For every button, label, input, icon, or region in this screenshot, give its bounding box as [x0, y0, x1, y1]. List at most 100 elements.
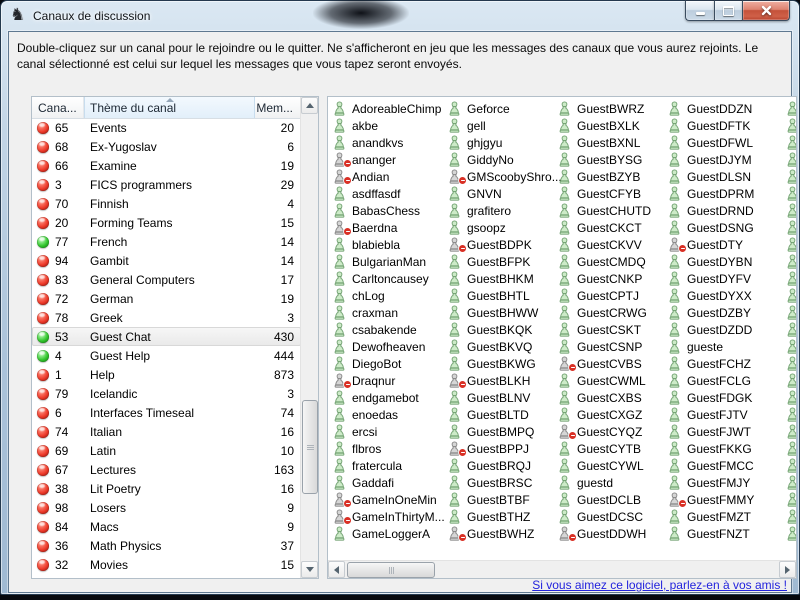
- user-list-item[interactable]: fratercula: [333, 457, 447, 474]
- user-list-item[interactable]: GuestBLNV: [448, 389, 562, 406]
- user-list-item[interactable]: GuestDTY: [668, 236, 782, 253]
- user-list-item[interactable]: [786, 355, 796, 372]
- user-list-item[interactable]: GuestCXBS: [558, 389, 672, 406]
- user-list-item[interactable]: GuestDPRM: [668, 185, 782, 202]
- user-list-item[interactable]: gsoopz: [448, 219, 562, 236]
- user-list-item[interactable]: GuestDFTK: [668, 117, 782, 134]
- user-list-item[interactable]: GuestCSKT: [558, 321, 672, 338]
- channel-row[interactable]: 70Finnish4: [32, 194, 301, 213]
- user-list-item[interactable]: GuestCXGZ: [558, 406, 672, 423]
- user-list-item[interactable]: GuestFJWT: [668, 423, 782, 440]
- column-header-theme[interactable]: Thème du canal: [84, 97, 255, 118]
- user-list-item[interactable]: GuestFMCC: [668, 457, 782, 474]
- channel-row[interactable]: 77French14: [32, 232, 301, 251]
- user-list-item[interactable]: GuestBRQJ: [448, 457, 562, 474]
- user-list-item[interactable]: anandkvs: [333, 134, 447, 151]
- user-list-item[interactable]: Andian: [333, 168, 447, 185]
- scroll-right-button[interactable]: [779, 561, 796, 578]
- channels-vertical-scrollbar[interactable]: [300, 97, 318, 578]
- user-list-item[interactable]: akbe: [333, 117, 447, 134]
- user-list-item[interactable]: ananger: [333, 151, 447, 168]
- user-list-item[interactable]: AdoreableChimp: [333, 100, 447, 117]
- user-list-item[interactable]: GameLoggerA: [333, 525, 447, 542]
- user-list-item[interactable]: GuestDJYM: [668, 151, 782, 168]
- scroll-up-button[interactable]: [301, 97, 318, 114]
- channel-row[interactable]: 94Gambit14: [32, 251, 301, 270]
- user-list-item[interactable]: csabakende: [333, 321, 447, 338]
- user-list-item[interactable]: [786, 304, 796, 321]
- user-list-item[interactable]: [786, 372, 796, 389]
- user-list-item[interactable]: ercsi: [333, 423, 447, 440]
- user-list-item[interactable]: [786, 474, 796, 491]
- user-list-item[interactable]: endgamebot: [333, 389, 447, 406]
- user-list-item[interactable]: [786, 151, 796, 168]
- user-list-item[interactable]: GuestBWHZ: [448, 525, 562, 542]
- user-list-item[interactable]: GuestFKKG: [668, 440, 782, 457]
- user-list-item[interactable]: GuestCHUTD: [558, 202, 672, 219]
- channel-row[interactable]: 20Forming Teams15: [32, 213, 301, 232]
- user-list-item[interactable]: GuestDCSC: [558, 508, 672, 525]
- channel-row[interactable]: 1Help873: [32, 365, 301, 384]
- share-link[interactable]: Si vous aimez ce logiciel, parlez-en à v…: [532, 578, 787, 592]
- user-list-item[interactable]: GuestBLTD: [448, 406, 562, 423]
- column-header-members[interactable]: Mem...: [255, 97, 301, 118]
- user-list-item[interactable]: GuestBXNL: [558, 134, 672, 151]
- user-list-item[interactable]: GuestBLKH: [448, 372, 562, 389]
- user-list-item[interactable]: GameInThirtyM...: [333, 508, 447, 525]
- user-list-item[interactable]: GuestBFPK: [448, 253, 562, 270]
- user-list-item[interactable]: GuestCPTJ: [558, 287, 672, 304]
- user-list-item[interactable]: gell: [448, 117, 562, 134]
- user-list-item[interactable]: Baerdna: [333, 219, 447, 236]
- channel-row[interactable]: 69Latin10: [32, 441, 301, 460]
- user-list-item[interactable]: Geforce: [448, 100, 562, 117]
- user-list-item[interactable]: GuestCWML: [558, 372, 672, 389]
- user-list-item[interactable]: ghjgyu: [448, 134, 562, 151]
- user-list-item[interactable]: [786, 100, 796, 117]
- user-list-item[interactable]: enoedas: [333, 406, 447, 423]
- user-list-item[interactable]: BulgarianMan: [333, 253, 447, 270]
- user-list-item[interactable]: GuestDCLB: [558, 491, 672, 508]
- channel-row[interactable]: 6Interfaces Timeseal74: [32, 403, 301, 422]
- window-titlebar[interactable]: ♞ Canaux de discussion: [1, 1, 799, 31]
- user-list-item[interactable]: [786, 525, 796, 542]
- scroll-left-button[interactable]: [328, 561, 345, 578]
- user-list-item[interactable]: craxman: [333, 304, 447, 321]
- user-list-item[interactable]: GuestCYQZ: [558, 423, 672, 440]
- user-list-item[interactable]: [786, 185, 796, 202]
- user-list-item[interactable]: GuestDYFV: [668, 270, 782, 287]
- user-list-item[interactable]: GuestCSNP: [558, 338, 672, 355]
- user-list-item[interactable]: GuestFCHZ: [668, 355, 782, 372]
- user-list-item[interactable]: [786, 457, 796, 474]
- user-list-item[interactable]: guestd: [558, 474, 672, 491]
- user-list-item[interactable]: [786, 508, 796, 525]
- close-button[interactable]: [742, 0, 790, 21]
- user-list-item[interactable]: GNVN: [448, 185, 562, 202]
- maximize-button[interactable]: [714, 0, 742, 21]
- user-list-item[interactable]: gueste: [668, 338, 782, 355]
- user-list-item[interactable]: [786, 117, 796, 134]
- horizontal-scrollbar-thumb[interactable]: [347, 562, 435, 578]
- user-list-item[interactable]: [786, 168, 796, 185]
- channel-row[interactable]: 36Math Physics37: [32, 536, 301, 555]
- user-list-item[interactable]: Draqnur: [333, 372, 447, 389]
- user-list-item[interactable]: asdffasdf: [333, 185, 447, 202]
- user-list-item[interactable]: [786, 202, 796, 219]
- user-list-item[interactable]: GuestCVBS: [558, 355, 672, 372]
- user-list-item[interactable]: [786, 134, 796, 151]
- channel-row[interactable]: 84Macs9: [32, 517, 301, 536]
- user-list-item[interactable]: GuestCRWG: [558, 304, 672, 321]
- user-list-item[interactable]: GuestFMMY: [668, 491, 782, 508]
- user-list-item[interactable]: GuestDYXX: [668, 287, 782, 304]
- user-list-item[interactable]: GuestFCLG: [668, 372, 782, 389]
- user-list-item[interactable]: GuestCFYB: [558, 185, 672, 202]
- channel-row[interactable]: 83General Computers17: [32, 270, 301, 289]
- users-horizontal-scrollbar[interactable]: [328, 560, 796, 578]
- user-list-item[interactable]: GuestBKWG: [448, 355, 562, 372]
- user-list-item[interactable]: DiegoBot: [333, 355, 447, 372]
- user-list-item[interactable]: [786, 219, 796, 236]
- vertical-scrollbar-thumb[interactable]: [302, 400, 318, 494]
- user-list-item[interactable]: GuestBWRZ: [558, 100, 672, 117]
- user-list-item[interactable]: [786, 253, 796, 270]
- channel-row[interactable]: 72German19: [32, 289, 301, 308]
- user-list-item[interactable]: GuestBYSG: [558, 151, 672, 168]
